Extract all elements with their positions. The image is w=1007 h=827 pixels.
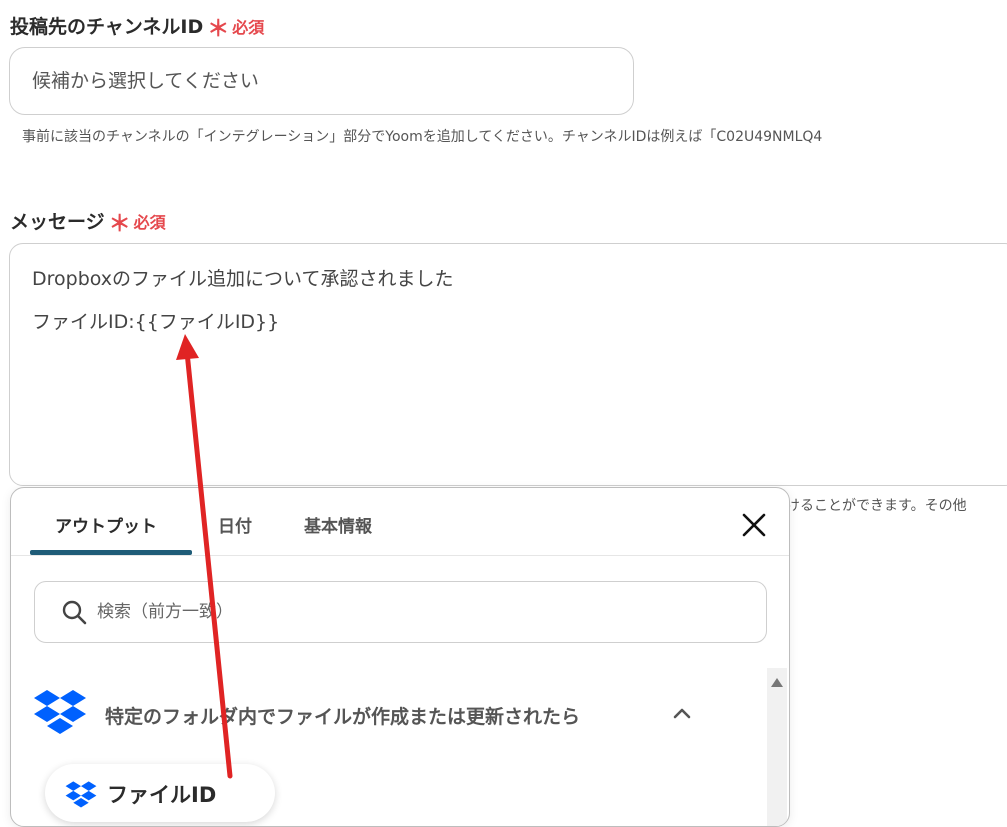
message-textarea[interactable]: Dropboxのファイル追加について承認されました ファイルID:{{ファイルI… — [9, 243, 1007, 486]
dropbox-logo-icon — [65, 781, 97, 809]
required-star-icon: ＊ — [207, 17, 230, 42]
output-group-header[interactable]: 特定のフォルダ内でファイルが作成または更新されたら — [33, 688, 733, 738]
message-label: メッセージ＊必須 — [10, 203, 166, 237]
message-line-2: ファイルID:{{ファイルID}} — [32, 311, 280, 333]
message-line-1: Dropboxのファイル追加について承認されました — [32, 268, 454, 290]
channel-id-label: 投稿先のチャンネルID ＊必須 — [10, 8, 265, 42]
scrollbar[interactable] — [767, 668, 787, 826]
close-icon[interactable] — [739, 510, 769, 540]
channel-id-select[interactable]: 候補から選択してください — [9, 47, 634, 115]
tab-date[interactable]: 日付 — [218, 512, 252, 537]
output-item-label: ファイルID — [107, 783, 217, 807]
dropbox-logo-icon — [33, 690, 87, 736]
output-tabs: アウトプット 日付 基本情報 — [11, 488, 789, 556]
channel-id-label-text: 投稿先のチャンネルID — [10, 16, 204, 38]
search-icon — [61, 599, 87, 625]
tab-basic-info[interactable]: 基本情報 — [304, 512, 372, 537]
required-text: 必須 — [232, 18, 265, 37]
output-panel: アウトプット 日付 基本情報 検索（前方一致） 特定のフォルダ内でファイルが作成… — [10, 487, 790, 827]
scroll-up-arrow-icon[interactable] — [771, 678, 783, 687]
required-text: 必須 — [133, 213, 166, 232]
output-search[interactable] — [34, 581, 767, 643]
output-item-file-id[interactable]: ファイルID — [45, 764, 275, 822]
chevron-up-icon[interactable] — [671, 704, 693, 722]
message-label-text: メッセージ — [10, 211, 105, 233]
required-star-icon: ＊ — [108, 212, 131, 237]
output-group-title: 特定のフォルダ内でファイルが作成または更新されたら — [105, 706, 581, 728]
search-input[interactable] — [95, 596, 715, 628]
active-tab-indicator — [30, 550, 192, 555]
tab-output[interactable]: アウトプット — [55, 512, 157, 537]
message-hint: けることができます。その他 — [786, 498, 967, 514]
channel-id-hint: 事前に該当のチャンネルの「インテグレーション」部分でYoomを追加してください。… — [22, 129, 823, 145]
channel-id-placeholder: 候補から選択してください — [32, 70, 259, 92]
